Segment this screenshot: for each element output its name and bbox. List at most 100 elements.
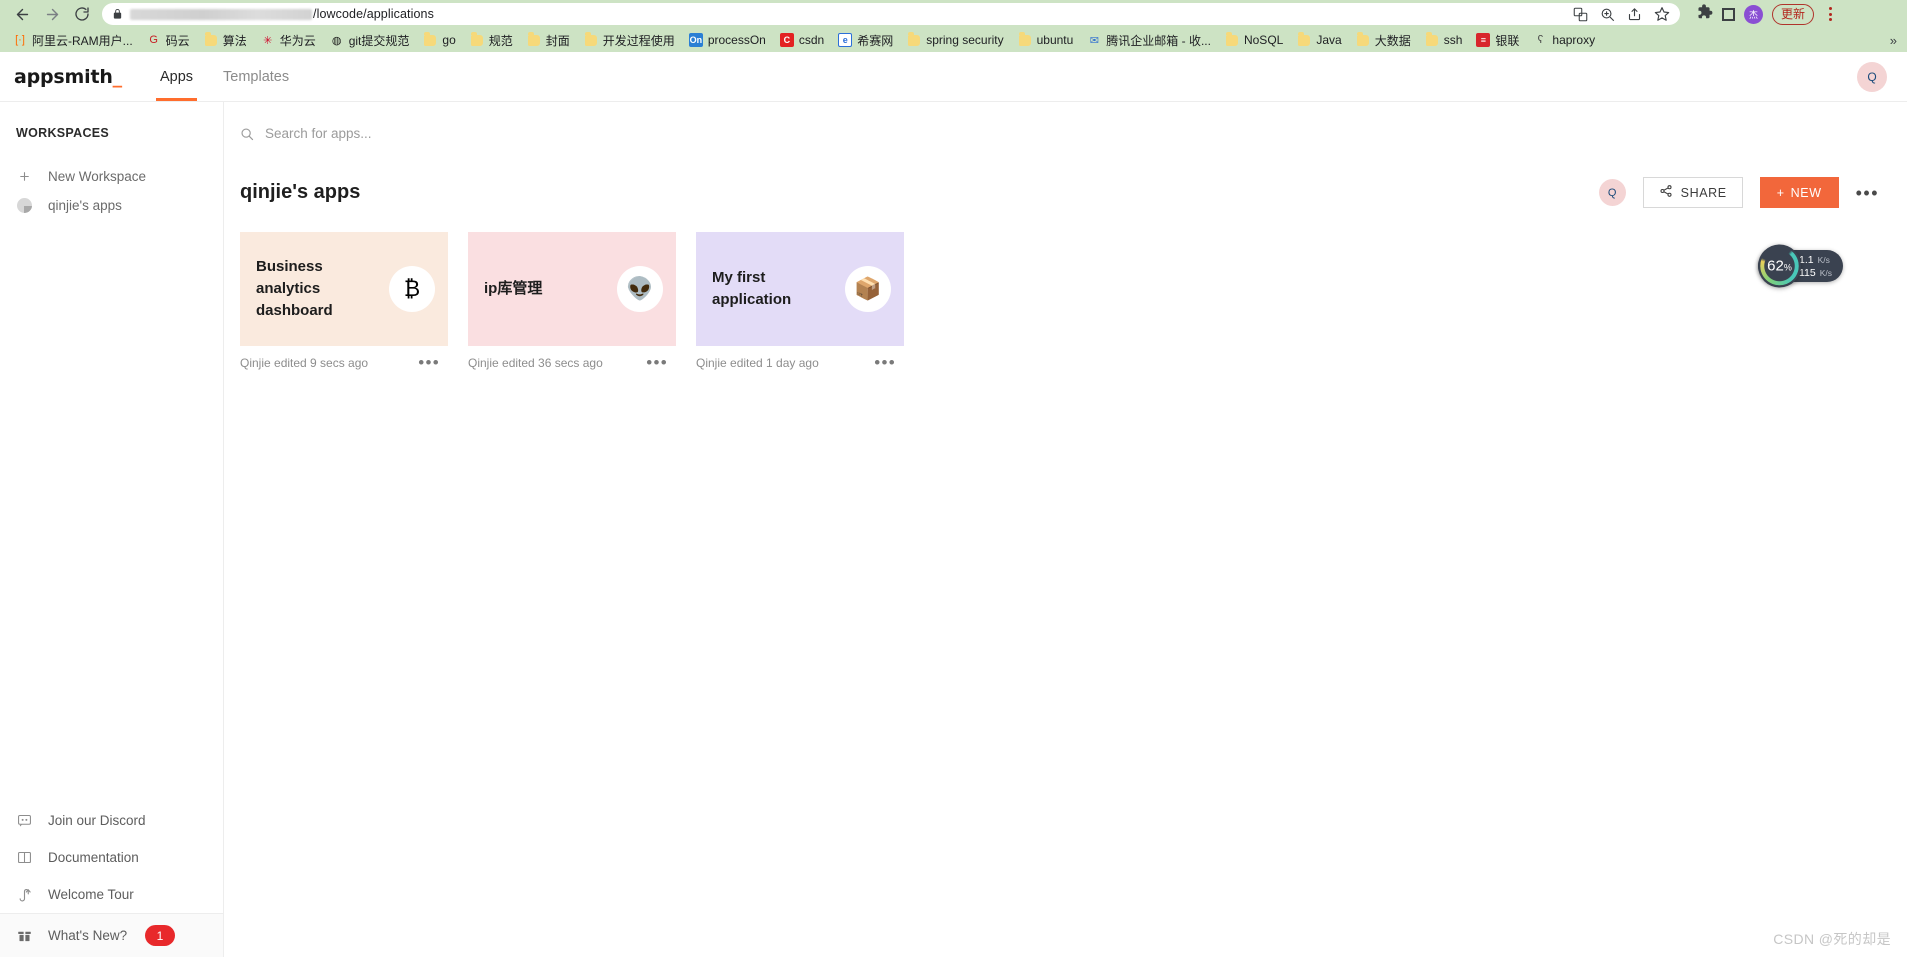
appsmith-logo[interactable]: appsmith_ [14,66,122,88]
update-button[interactable]: 更新 [1772,3,1815,25]
browser-toolbar-right: 杰 更新 [1688,3,1837,25]
workspace-member-avatar[interactable]: Q [1598,179,1626,206]
upload-rate-unit: K/s [1817,254,1830,265]
bookmark-item[interactable]: e 希赛网 [831,30,900,51]
sidebar: WORKSPACES New Workspace qinjie's apps J… [0,102,224,957]
app-card-menu-icon[interactable]: ••• [874,354,896,371]
huawei-icon: ✳ [263,34,273,47]
bookmark-label: haproxy [1552,33,1596,47]
side-panel-icon[interactable] [1722,7,1735,21]
cpu-percent: 62% [1767,245,1792,290]
app-card-tile[interactable]: Business analytics dashboard ₿ [240,232,448,346]
share-button-label: SHARE [1680,185,1727,200]
app-card-menu-icon[interactable]: ••• [418,354,440,371]
haproxy-icon: ʕ [1537,34,1544,46]
extensions-icon[interactable] [1696,3,1713,25]
alien-icon: 👽 [617,266,663,312]
download-rate-value: 115 [1799,266,1816,279]
sidebar-item-documentation[interactable]: Documentation [0,839,223,876]
bookmark-label: ubuntu [1036,33,1074,47]
tab-templates-label: Templates [223,68,290,85]
app-card-tile[interactable]: My first application 📦 [696,232,904,346]
reload-icon[interactable] [68,0,96,28]
lock-icon [112,8,123,20]
bookmark-item[interactable]: 封面 [520,30,577,51]
bookmark-label: 华为云 [279,33,316,48]
back-icon[interactable] [8,0,36,28]
bookmark-item[interactable]: 大数据 [1349,30,1418,51]
bookmark-label: go [442,33,456,47]
bookmark-label: 算法 [222,33,247,48]
url-redacted-block [130,8,312,20]
gitee-icon: G [149,34,158,46]
zoom-icon[interactable] [1599,6,1616,23]
sidebar-welcome-tour-label: Welcome Tour [48,887,134,902]
aliyun-icon: [·] [15,34,25,46]
search-placeholder: Search for apps... [265,126,372,141]
bookmark-star-icon[interactable] [1653,6,1670,23]
browser-profile-avatar[interactable]: 杰 [1744,4,1763,24]
bookmark-item[interactable]: 开发过程使用 [577,30,682,51]
workspace-more-icon[interactable]: ••• [1856,184,1879,202]
translate-icon[interactable] [1572,6,1589,23]
user-avatar[interactable]: Q [1857,61,1887,92]
app-card[interactable]: ip库管理 👽 Qinjie edited 36 secs ago ••• [468,232,676,371]
new-button-plus: + [1776,185,1785,200]
tab-templates[interactable]: Templates [223,52,289,101]
share-icon[interactable] [1626,6,1643,23]
app-card[interactable]: My first application 📦 Qinjie edited 1 day… [696,232,904,371]
bookmark-item[interactable]: 算法 [197,30,254,51]
cpu-usage-gauge: 62% [1758,244,1801,290]
app-card[interactable]: Business analytics dashboard ₿ Qinjie edit… [240,232,448,371]
bookmark-item[interactable]: go [416,31,462,49]
forward-icon[interactable] [38,0,66,28]
bookmark-item[interactable]: spring security [900,31,1010,49]
bookmark-item[interactable]: Ccsdn [773,31,831,49]
bookmark-item[interactable]: 规范 [463,30,520,51]
bookmark-item[interactable]: ubuntu [1011,31,1081,49]
sidebar-item-new-workspace[interactable]: New Workspace [0,162,223,191]
sidebar-item-discord[interactable]: Join our Discord [0,802,223,839]
tencent-mail-icon: ✉ [1089,34,1099,47]
browser-toolbar: /lowcode/applications 杰 更新 [0,0,1907,28]
search-apps[interactable]: Search for apps... [224,102,1907,141]
sidebar-item-workspace[interactable]: qinjie's apps [0,191,223,220]
bookmark-item[interactable]: ◍ git提交规范 [323,30,417,51]
bookmark-item[interactable]: On processOn [682,31,773,49]
bookmark-label: NoSQL [1243,33,1284,47]
app-card-tile[interactable]: ip库管理 👽 [468,232,676,346]
address-bar[interactable]: /lowcode/applications [102,3,1680,25]
tab-apps[interactable]: Apps [155,52,198,101]
sidebar-item-welcome-tour[interactable]: Welcome Tour [0,876,223,913]
app-card-meta: Qinjie edited 9 secs ago ••• [240,354,448,371]
folder-icon [527,32,541,47]
new-button[interactable]: + NEW [1759,177,1839,208]
app-card-menu-icon[interactable]: ••• [646,354,668,371]
bookmark-item[interactable]: G 码云 [140,30,197,51]
bookmark-label: 封面 [545,33,570,48]
app-card-meta: Qinjie edited 36 secs ago ••• [468,354,676,371]
bookmark-label: 希赛网 [857,33,894,48]
processon-icon: On [688,33,703,47]
bookmark-item[interactable]: Java [1290,31,1348,49]
bookmark-item[interactable]: NoSQL [1218,31,1290,49]
bookmark-label: 大数据 [1374,33,1411,48]
cpu-percent-value: 62 [1767,257,1784,275]
network-speed-widget[interactable]: 62% ↑ 1.1 K/s ↓ 115 K/s [1758,244,1844,288]
sidebar-item-whats-new[interactable]: What's New? 1 [0,913,223,957]
bookmark-label: 银联 [1495,33,1520,48]
sidebar-bottom: Join our Discord Documentation Welcome T… [0,802,223,957]
bookmark-label: 码云 [165,33,190,48]
share-button[interactable]: SHARE [1642,177,1743,208]
bookmark-item[interactable]: ✉ 腾讯企业邮箱 - 收... [1080,30,1218,51]
bookmark-item[interactable]: ssh [1418,31,1470,49]
bookmarks-overflow-icon[interactable]: » [1890,33,1901,48]
bookmark-item[interactable]: ʕ haproxy [1526,31,1602,49]
app-header: appsmith_ Apps Templates Q [0,52,1907,102]
search-icon [240,127,254,141]
bookmark-item[interactable]: ✳ 华为云 [254,30,323,51]
box-icon: 📦 [845,266,891,312]
chrome-menu-icon[interactable] [1823,5,1837,23]
bookmark-item[interactable]: [·] 阿里云-RAM用户... [6,30,140,51]
bookmark-item[interactable]: ≡ 银联 [1469,30,1526,51]
